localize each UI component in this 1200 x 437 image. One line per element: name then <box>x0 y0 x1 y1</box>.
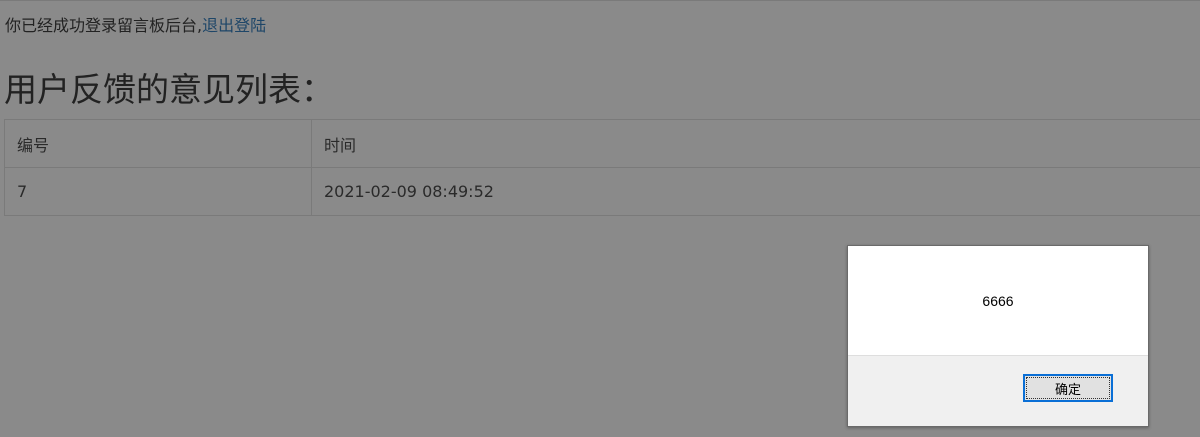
column-header-id: 编号 <box>4 119 312 168</box>
alert-dialog: 6666 确定 <box>847 245 1149 427</box>
table-header-row: 编号 时间 <box>4 119 1200 168</box>
table-row: 7 2021-02-09 08:49:52 <box>4 167 1200 216</box>
alert-message: 6666 <box>848 246 1148 356</box>
ok-button[interactable]: 确定 <box>1023 374 1113 402</box>
top-border <box>0 0 1200 1</box>
login-text: 你已经成功登录留言板后台, <box>5 16 203 35</box>
logout-link[interactable]: 退出登陆 <box>202 16 266 35</box>
cell-id: 7 <box>4 167 312 216</box>
alert-footer: 确定 <box>848 356 1148 426</box>
cell-time: 2021-02-09 08:49:52 <box>311 167 1200 216</box>
column-header-time: 时间 <box>311 119 1200 168</box>
login-status: 你已经成功登录留言板后台,退出登陆 <box>5 15 266 37</box>
feedback-table: 编号 时间 7 2021-02-09 08:49:52 <box>4 119 1200 216</box>
page-title: 用户反馈的意见列表： <box>4 70 334 109</box>
